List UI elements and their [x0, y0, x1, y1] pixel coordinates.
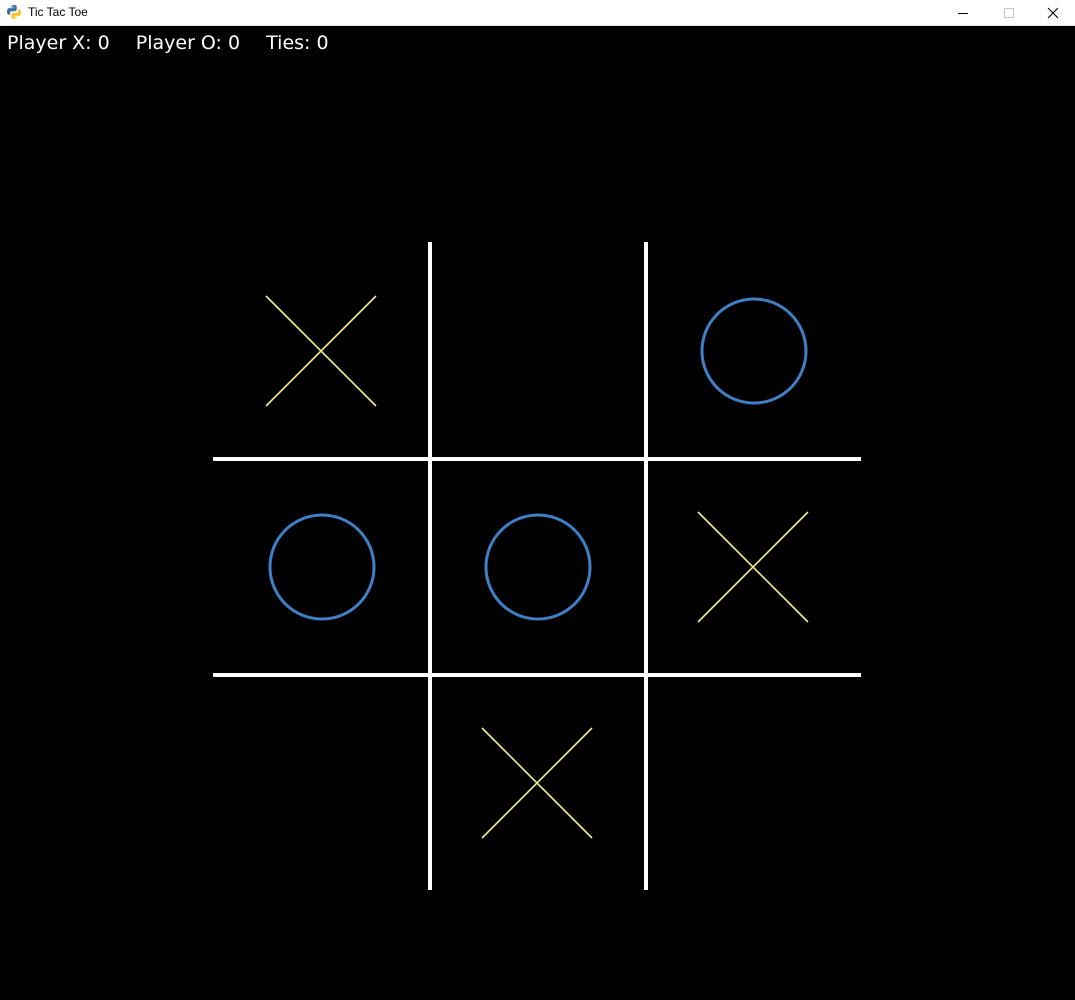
window-title: Tic Tac Toe [28, 5, 88, 19]
minimize-icon [957, 7, 969, 19]
board-cell-1-0[interactable] [214, 432, 430, 648]
game-board[interactable] [0, 26, 1075, 1000]
board-cell-1-2[interactable] [646, 432, 862, 648]
minimize-button[interactable] [940, 0, 986, 25]
board-cell-2-2[interactable] [646, 648, 862, 864]
board-cell-0-2[interactable] [646, 216, 862, 432]
board-cell-0-0[interactable] [214, 216, 430, 432]
board-cell-0-1[interactable] [430, 216, 646, 432]
close-icon [1047, 7, 1059, 19]
board-cell-1-1[interactable] [430, 432, 646, 648]
python-icon [6, 4, 22, 20]
maximize-icon [1003, 7, 1015, 19]
board-cell-2-0[interactable] [214, 648, 430, 864]
maximize-button[interactable] [986, 0, 1032, 25]
board-cell-2-1[interactable] [430, 648, 646, 864]
close-button[interactable] [1030, 0, 1075, 25]
title-bar[interactable]: Tic Tac Toe [0, 0, 1075, 26]
game-window: Tic Tac Toe Player X: 0 Player O: 0 Ties… [0, 0, 1075, 1000]
